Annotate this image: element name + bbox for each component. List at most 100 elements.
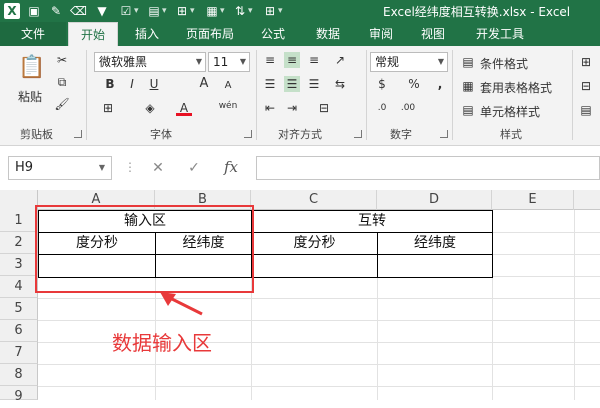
tab-view[interactable]: 视图 xyxy=(418,22,448,46)
insert-cells-icon[interactable]: ⊞ xyxy=(578,54,594,70)
font-color-button[interactable]: A xyxy=(176,100,192,116)
phonetic-button[interactable]: wén xyxy=(216,98,240,114)
select-all-corner[interactable] xyxy=(0,190,38,210)
currency-icon[interactable]: $ xyxy=(374,76,390,92)
table-icon[interactable]: ▦ xyxy=(204,3,220,19)
italic-button[interactable]: I xyxy=(124,76,140,92)
ribbon: 📋 粘贴 ✂ ⧉ 🖌 剪贴板 微软雅黑 ▼ 11 ▼ B I U A A ⊞ ◈ A… xyxy=(0,46,600,146)
align-right-icon[interactable]: ☰ xyxy=(306,76,322,92)
formula-bar: H9 ▼ ⋮ ✕ ✓ fx xyxy=(0,146,600,190)
cell-c2[interactable]: 度分秒 xyxy=(251,232,378,255)
decrease-indent-icon[interactable]: ⇤ xyxy=(262,100,278,116)
clipboard-launcher-icon[interactable] xyxy=(74,130,82,138)
bold-button[interactable]: B xyxy=(102,76,118,92)
tab-insert[interactable]: 插入 xyxy=(132,22,162,46)
font-launcher-icon[interactable] xyxy=(244,130,252,138)
align-left-icon[interactable]: ☰ xyxy=(262,76,278,92)
align-top-icon[interactable]: ≡ xyxy=(262,52,278,68)
annotation-arrow-icon xyxy=(160,292,203,316)
conditional-format-icon[interactable]: ▤ xyxy=(460,54,476,70)
row-header-5[interactable]: 5 xyxy=(0,298,38,320)
cell-c1-merged[interactable]: 互转 xyxy=(251,210,493,233)
fill-color-icon[interactable]: ◈ xyxy=(142,100,158,116)
window-title: Excel经纬度相互转换.xlsx - Excel xyxy=(383,5,571,19)
group-label-styles: 样式 xyxy=(500,128,522,141)
table-format-button[interactable]: 套用表格格式 xyxy=(480,79,552,96)
format-painter-icon[interactable]: 🖌 xyxy=(54,96,70,112)
row-header-9[interactable]: 9 xyxy=(0,386,38,404)
tab-review[interactable]: 审阅 xyxy=(366,22,396,46)
tab-formulas[interactable]: 公式 xyxy=(257,22,289,46)
format-cells-icon[interactable]: ▤ xyxy=(578,102,594,118)
check-box-icon[interactable]: ☑ xyxy=(118,3,134,19)
conditional-format-button[interactable]: 条件格式 xyxy=(480,55,528,72)
align-middle-icon[interactable]: ≡ xyxy=(284,52,300,68)
delete-cells-icon[interactable]: ⊟ xyxy=(578,78,594,94)
group-label-clipboard: 剪贴板 xyxy=(20,128,53,141)
align-center-icon[interactable]: ☰ xyxy=(284,76,300,92)
cell-d2[interactable]: 经纬度 xyxy=(377,232,493,255)
cell-styles-button[interactable]: 单元格样式 xyxy=(480,103,540,120)
enter-icon[interactable]: ✓ xyxy=(186,160,202,176)
group-label-alignment: 对齐方式 xyxy=(278,128,322,141)
cell-d3[interactable] xyxy=(377,254,493,278)
input-area-highlight-box xyxy=(35,205,254,293)
group-label-font: 字体 xyxy=(150,128,172,141)
orientation-icon[interactable]: ↗ xyxy=(332,52,348,68)
shrink-font-button[interactable]: A xyxy=(220,78,236,94)
tab-data[interactable]: 数据 xyxy=(311,22,345,46)
percent-button[interactable]: % xyxy=(406,76,422,92)
column-header-e[interactable]: E xyxy=(492,190,574,210)
cut-icon[interactable]: ✂ xyxy=(54,52,70,68)
tab-developer[interactable]: 开发工具 xyxy=(470,22,530,46)
row-header-6[interactable]: 6 xyxy=(0,320,38,342)
cell-c3[interactable] xyxy=(251,254,378,278)
copy-icon[interactable]: ⧉ xyxy=(54,74,70,90)
borders-icon[interactable]: ⊞ xyxy=(100,100,116,116)
row-header-1[interactable]: 1 xyxy=(0,210,38,232)
cell-styles-icon[interactable]: ▤ xyxy=(460,102,476,118)
tab-page-layout[interactable]: 页面布局 xyxy=(180,22,240,46)
font-name-select[interactable]: 微软雅黑 ▼ xyxy=(94,52,206,72)
paint-brush-icon[interactable]: ✎ xyxy=(48,3,64,19)
paste-icon[interactable]: 📋 xyxy=(18,54,46,82)
increase-indent-icon[interactable]: ⇥ xyxy=(284,100,300,116)
grid-icon[interactable]: ⊞ xyxy=(262,3,278,19)
row-header-4[interactable]: 4 xyxy=(0,276,38,298)
font-size-select[interactable]: 11 ▼ xyxy=(208,52,250,72)
formula-input[interactable] xyxy=(256,156,600,180)
paste-button[interactable]: 粘贴 xyxy=(18,88,42,105)
increase-decimal-icon[interactable]: .0 xyxy=(374,100,390,116)
insert-function-icon[interactable]: fx xyxy=(220,159,242,175)
row-header-7[interactable]: 7 xyxy=(0,342,38,364)
row-header-8[interactable]: 8 xyxy=(0,364,38,386)
row-header-2[interactable]: 2 xyxy=(0,232,38,254)
group-label-number: 数字 xyxy=(390,128,412,141)
title-bar: X ▣ ✎ ⌫ ▼ ☑ ▾ ▤ ▾ ⊞ ▾ ▦ ▾ ⇅ ▾ ⊞ ▾ Excel经… xyxy=(0,0,600,22)
tab-file[interactable]: 文件 xyxy=(0,22,66,46)
number-launcher-icon[interactable] xyxy=(440,130,448,138)
column-header-c[interactable]: C xyxy=(251,190,377,210)
underline-button[interactable]: U xyxy=(146,76,162,92)
grid-icon[interactable]: ⊞ xyxy=(174,3,190,19)
save-icon[interactable]: ▣ xyxy=(26,3,42,19)
comma-button[interactable]: , xyxy=(432,76,448,92)
column-header-d[interactable]: D xyxy=(377,190,492,210)
merge-center-icon[interactable]: ⊟ xyxy=(316,100,332,116)
decrease-decimal-icon[interactable]: .00 xyxy=(400,100,416,116)
number-format-select[interactable]: 常规 ▼ xyxy=(370,52,448,72)
table-format-icon[interactable]: ▦ xyxy=(460,78,476,94)
align-bottom-icon[interactable]: ≡ xyxy=(306,52,322,68)
row-header-3[interactable]: 3 xyxy=(0,254,38,276)
document-icon[interactable]: ▤ xyxy=(146,3,162,19)
sort-icon[interactable]: ⇅ xyxy=(232,3,248,19)
eraser-icon[interactable]: ⌫ xyxy=(70,3,87,19)
filter-icon[interactable]: ▼ xyxy=(94,3,110,19)
name-box[interactable]: H9 ▼ xyxy=(8,156,112,180)
tab-home[interactable]: 开始 xyxy=(68,22,118,46)
cancel-icon[interactable]: ✕ xyxy=(150,160,166,176)
annotation-label: 数据输入区 xyxy=(112,331,212,355)
wrap-text-icon[interactable]: ⇆ xyxy=(332,76,348,92)
alignment-launcher-icon[interactable] xyxy=(354,130,362,138)
grow-font-button[interactable]: A xyxy=(196,76,212,92)
